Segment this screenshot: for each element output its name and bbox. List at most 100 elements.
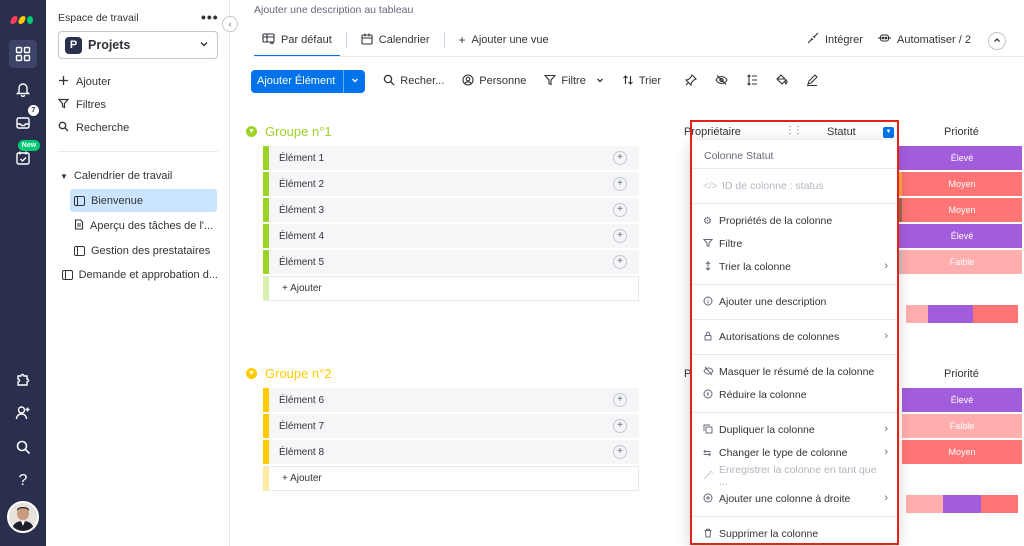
menu-item-add-description[interactable]: Ajouter une description [703,292,888,312]
table-row[interactable]: Élément 4 + [263,224,639,249]
add-item-row[interactable]: + Ajouter [263,276,639,301]
menu-divider [691,319,897,320]
integrate-button[interactable]: Intégrer [807,32,863,47]
add-update-icon[interactable]: + [613,393,627,407]
invite-user-icon[interactable] [9,399,37,427]
item-name[interactable]: Élément 5 [279,257,324,268]
table-row[interactable]: Élément 2 + [263,172,639,197]
apps-puzzle-icon[interactable] [9,365,37,393]
sidebar-board-prestataires[interactable]: Gestion des prestataires [70,239,217,262]
priority-cell[interactable]: Moyen [902,172,1022,197]
table-row[interactable]: Élément 6 + [263,388,639,413]
pin-icon[interactable] [684,73,697,89]
sidebar-board-bienvenue[interactable]: Bienvenue [70,189,217,212]
column-menu-caret-icon[interactable]: ▼ [883,127,894,138]
add-update-icon[interactable]: + [613,255,627,269]
summary-segment-eleve [928,305,974,323]
add-update-icon[interactable]: + [613,445,627,459]
priority-cell[interactable]: Moyen [902,440,1022,465]
menu-item-label: Trier la colonne [719,261,791,273]
drag-handle-icon[interactable]: ⋮⋮ [785,125,803,136]
priority-cell[interactable]: Faible [902,414,1022,439]
menu-item-hide-summary[interactable]: Masquer le résumé de la colonne [703,362,888,382]
group-title[interactable]: Groupe n°2 [265,366,332,381]
add-update-icon[interactable]: + [613,151,627,165]
item-name[interactable]: Élément 1 [279,153,324,164]
notifications-bell-icon[interactable] [9,75,37,103]
add-item-dropdown-chevron-icon[interactable] [343,69,365,93]
tab-calendrier[interactable]: Calendrier [353,26,438,54]
item-name[interactable]: Élément 7 [279,421,324,432]
monday-logo-icon[interactable] [9,12,35,24]
board-toolbar: Ajouter Élément Recher... Personne Filtr… [251,69,818,93]
menu-item-add-column-right[interactable]: Ajouter une colonne à droite › [703,489,888,509]
menu-item-filter[interactable]: Filtre [702,234,888,254]
item-name[interactable]: Élément 4 [279,231,324,242]
menu-item-duplicate-column[interactable]: Dupliquer la colonne › [703,420,888,440]
priority-cell[interactable]: Élevé [902,388,1022,413]
folder-calendrier-de-travail[interactable]: ▼ Calendrier de travail [60,170,172,182]
tab-par-defaut[interactable]: Par défaut [254,26,340,57]
menu-item-column-properties[interactable]: ⚙ Propriétés de la colonne [703,211,888,231]
add-update-icon[interactable]: + [613,203,627,217]
menu-item-collapse-column[interactable]: Réduire la colonne [703,385,888,405]
apps-grid-icon[interactable] [9,40,37,68]
group-collapse-chevron-icon[interactable]: ▼ [246,368,257,379]
priority-summary-bar[interactable] [906,495,1018,513]
search-icon[interactable] [9,433,37,461]
sort-button[interactable]: Trier [622,74,661,89]
table-row[interactable]: Élément 8 + [263,440,639,465]
menu-item-change-column-type[interactable]: ⇆ Changer le type de colonne › [703,443,888,463]
menu-item-delete-column[interactable]: Supprimer la colonne [703,524,888,544]
board-description[interactable]: Ajouter une description au tableau [254,4,413,16]
user-avatar[interactable] [7,501,39,533]
owner-column-header[interactable]: Propriétaire [684,126,741,138]
priority-column-header[interactable]: Priorité [944,368,979,380]
priority-column-header[interactable]: Priorité [944,126,979,138]
table-row[interactable]: Élément 5 + [263,250,639,275]
item-name[interactable]: Élément 2 [279,179,324,190]
item-name[interactable]: Élément 8 [279,447,324,458]
more-options-icon[interactable]: ••• [201,9,219,25]
search-button[interactable]: Recher... [383,74,444,89]
person-filter-button[interactable]: Personne [462,73,526,89]
group-collapse-chevron-icon[interactable]: ▼ [246,126,257,137]
filter-button[interactable]: Filtre [544,74,603,89]
add-item-button[interactable]: Ajouter Élément [251,69,366,93]
chevron-down-icon[interactable] [596,75,604,87]
sidebar-add-button[interactable]: Ajouter [58,71,111,93]
priority-cell[interactable]: Moyen [902,198,1022,223]
group-1-header[interactable]: ▼ Groupe n°1 [246,124,332,139]
add-item-row[interactable]: + Ajouter [263,466,639,491]
add-update-icon[interactable]: + [613,229,627,243]
sidebar-filters-button[interactable]: Filtres [57,94,106,116]
table-row[interactable]: Élément 3 + [263,198,639,223]
menu-item-label: Filtre [719,238,743,250]
table-row[interactable]: Élément 1 + [263,146,639,171]
table-row[interactable]: Élément 7 + [263,414,639,439]
item-name[interactable]: Élément 6 [279,395,324,406]
pen-edit-icon[interactable] [806,73,818,89]
help-icon[interactable]: ? [9,467,37,495]
priority-cell[interactable]: Élevé [902,224,1022,249]
sidebar-board-demande[interactable]: Demande et approbation d... [58,263,218,286]
group-title[interactable]: Groupe n°1 [265,124,332,139]
color-fill-bucket-icon[interactable] [776,73,788,89]
sidebar-doc-apercu[interactable]: Aperçu des tâches de l'... [70,214,217,237]
hide-eye-icon[interactable] [715,74,728,89]
add-update-icon[interactable]: + [613,419,627,433]
workspace-selector[interactable]: P Projets [58,31,218,59]
item-name[interactable]: Élément 3 [279,205,324,216]
priority-summary-bar[interactable] [906,305,1018,323]
menu-item-column-permissions[interactable]: Autorisations de colonnes › [703,327,888,347]
add-update-icon[interactable]: + [613,177,627,191]
menu-item-sort-column[interactable]: Trier la colonne › [703,257,888,277]
collapse-header-chevron-up-icon[interactable] [988,32,1006,50]
add-view-button[interactable]: + Ajouter une vue [451,26,557,54]
priority-cell[interactable]: Élevé [902,146,1022,171]
row-height-icon[interactable] [746,73,758,89]
priority-cell[interactable]: Faible [902,250,1022,275]
automate-button[interactable]: Automatiser / 2 [878,32,971,47]
group-2-header[interactable]: ▼ Groupe n°2 [246,366,332,381]
sidebar-search-button[interactable]: Recherche [58,117,129,139]
